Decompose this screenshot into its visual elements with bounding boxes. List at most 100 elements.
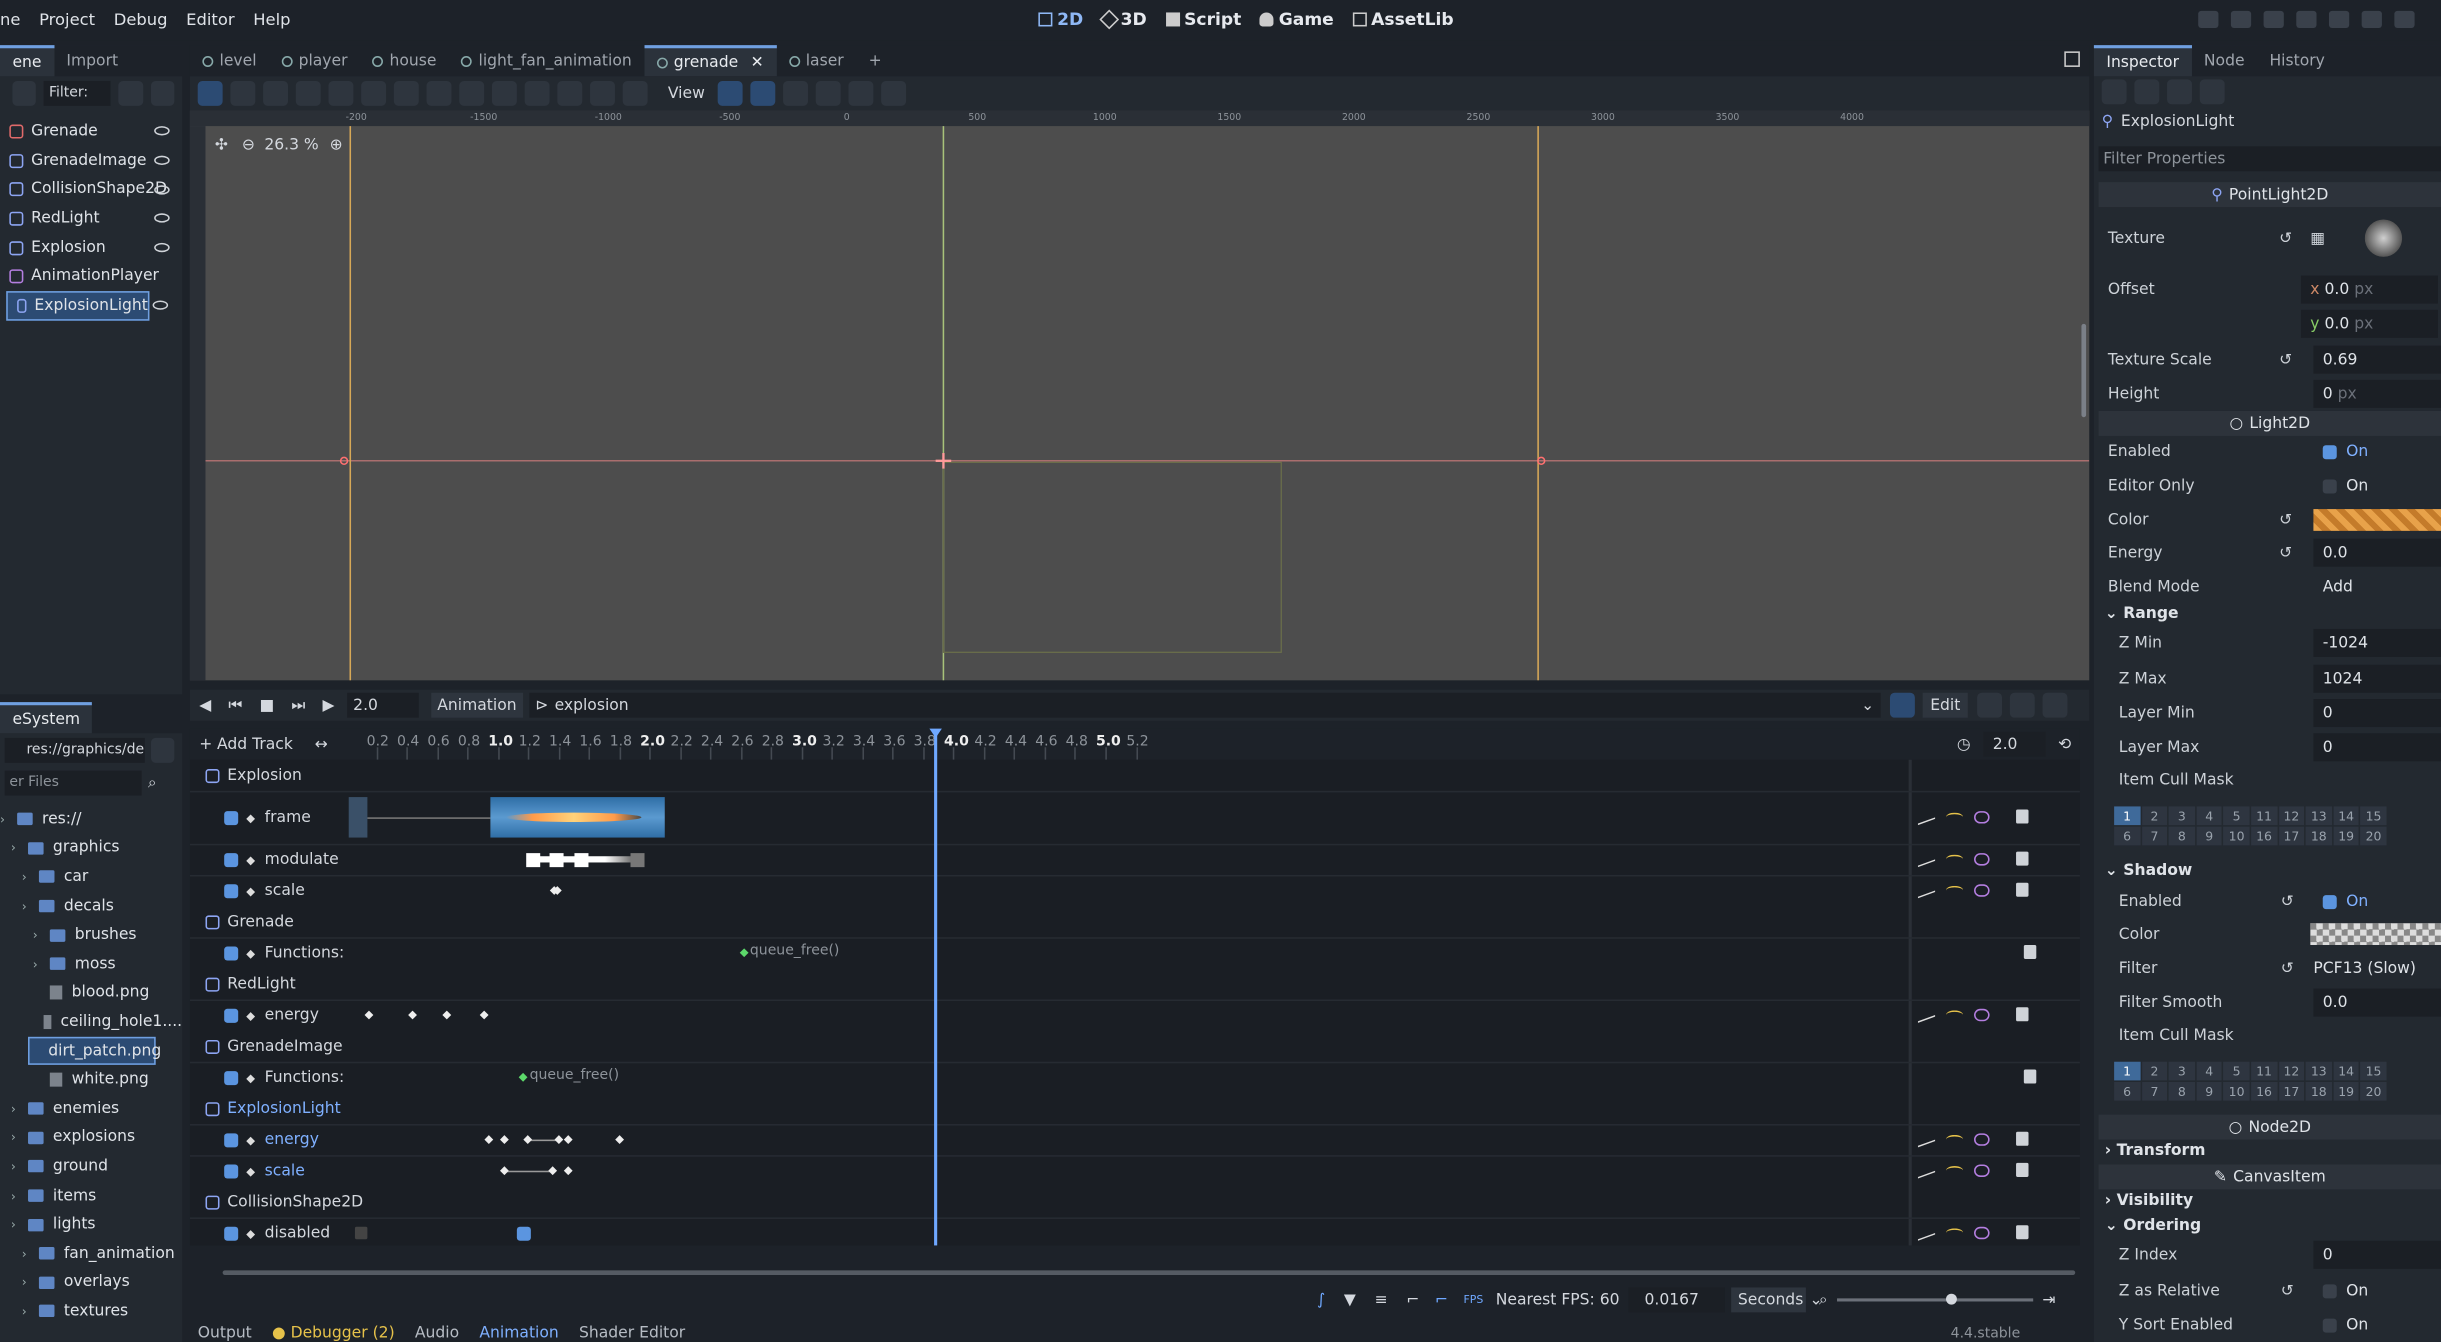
layer-bit[interactable]: 10 <box>2223 826 2250 846</box>
loop-wrap-icon[interactable] <box>1974 1008 1990 1021</box>
bool-key-off[interactable] <box>354 1226 368 1240</box>
file-tree-item[interactable]: dirt_patch.png <box>28 1036 161 1066</box>
filter-smooth-field[interactable]: 0.0 <box>2313 988 2441 1017</box>
layer-bit[interactable]: 11 <box>2251 806 2277 826</box>
tab-filesystem[interactable]: eSystem <box>0 702 93 734</box>
layer-bit[interactable]: 6 <box>2114 1081 2140 1101</box>
track-enable-checkbox[interactable] <box>224 811 239 826</box>
delete-track-icon[interactable] <box>2016 851 2029 866</box>
interpolation-icon[interactable] <box>1946 811 1964 821</box>
time-unit-select[interactable]: Seconds ⌄ <box>1731 1287 1823 1313</box>
layer-max-field[interactable]: 0 <box>2313 733 2441 762</box>
filter-properties-input[interactable]: Filter Properties <box>2098 146 2441 172</box>
visibility-eye-icon[interactable] <box>154 184 170 195</box>
file-tree-item[interactable]: › car <box>0 863 182 892</box>
animation-menu[interactable]: Animation <box>431 692 523 718</box>
snap-keys-icon[interactable]: ⌐ <box>1435 1291 1448 1308</box>
tab-audio[interactable]: Audio <box>415 1325 459 1342</box>
more-icon[interactable] <box>2010 692 2036 718</box>
remote-debug-icon[interactable] <box>2296 10 2317 29</box>
mode-assetlib[interactable]: AssetLib <box>1352 9 1454 30</box>
stop-icon[interactable]: ■ <box>260 697 275 714</box>
scene-node[interactable]: Explosion <box>0 233 182 262</box>
ruler-tool-icon[interactable] <box>426 80 452 106</box>
layer-bit[interactable]: 8 <box>2168 1081 2195 1101</box>
layer-bit[interactable]: 17 <box>2278 826 2305 846</box>
path-field[interactable]: res://graphics/de <box>4 737 145 763</box>
tab-light-fan-animation[interactable]: light_fan_animation <box>449 45 644 76</box>
smart-snap-icon[interactable] <box>459 80 485 106</box>
update-mode-icon[interactable] <box>1917 1005 1936 1023</box>
layer-bit[interactable]: 20 <box>2360 1081 2387 1101</box>
fps-icon[interactable]: FPS <box>1464 1294 1484 1306</box>
loop-wrap-icon[interactable] <box>1974 852 1990 865</box>
snap-icon[interactable]: ⌐ <box>1406 1291 1419 1308</box>
layer-bit[interactable]: 13 <box>2305 1061 2332 1081</box>
file-tree-item[interactable]: › lights <box>0 1210 182 1239</box>
layer-bit[interactable]: 8 <box>2168 826 2195 846</box>
file-tree-item[interactable]: blood.png <box>0 979 182 1008</box>
loop-wrap-icon[interactable] <box>1974 1132 1990 1146</box>
interpolation-icon[interactable] <box>1946 1165 1964 1174</box>
snap-mode[interactable]: Nearest FPS: 60 <box>1496 1291 1620 1308</box>
enabled-checkbox[interactable]: On <box>2313 437 2441 465</box>
timeline-scrollbar[interactable] <box>222 1270 2076 1276</box>
update-mode-icon[interactable] <box>1917 1161 1936 1179</box>
file-filter-input[interactable]: er Files <box>4 770 142 796</box>
texture-edit-icon[interactable]: ▦ <box>2310 230 2325 247</box>
layer-bit[interactable]: 16 <box>2251 1081 2277 1101</box>
prop-texture[interactable]: Texture ↺ ▦ <box>2108 219 2441 257</box>
track-group[interactable]: ExplosionLight <box>190 1093 2080 1124</box>
key-auto-icon[interactable] <box>848 80 873 106</box>
layer-bit[interactable]: 1 <box>2114 1061 2140 1081</box>
file-tree-item[interactable]: › overlays <box>0 1268 182 1297</box>
mode-game[interactable]: Game <box>1260 9 1334 30</box>
key-scale-icon[interactable] <box>782 80 808 106</box>
tab-laser[interactable]: laser <box>776 45 856 76</box>
tab-history[interactable]: History <box>2257 45 2337 76</box>
interpolation-icon[interactable] <box>1946 1227 1964 1237</box>
link-icon[interactable] <box>12 80 37 106</box>
revert-icon[interactable]: ↺ <box>2279 351 2292 368</box>
delete-track-icon[interactable] <box>2016 882 2029 897</box>
track-group[interactable]: Grenade <box>190 906 2080 937</box>
delete-track-icon[interactable] <box>2023 1069 2037 1084</box>
more-icon[interactable] <box>880 80 906 106</box>
track[interactable]: modulate <box>189 843 2080 875</box>
delete-track-icon[interactable] <box>2016 809 2029 824</box>
inspected-node[interactable]: ⚲ ExplosionLight <box>2102 114 2235 131</box>
tab-shader-editor[interactable]: Shader Editor <box>579 1325 685 1342</box>
layer-bit[interactable]: 4 <box>2196 806 2223 826</box>
layer-bit[interactable]: 15 <box>2360 1061 2387 1081</box>
y-sort-checkbox[interactable]: On <box>2313 1311 2441 1339</box>
snap-options-icon[interactable] <box>524 80 550 106</box>
loop-wrap-icon[interactable] <box>1974 810 1990 823</box>
track-group[interactable]: Explosion <box>190 760 2080 791</box>
pin-icon[interactable] <box>2042 692 2068 718</box>
file-tree-item[interactable]: › textures <box>0 1297 182 1326</box>
pause-icon[interactable] <box>2230 10 2252 29</box>
revert-icon[interactable]: ↺ <box>2281 1282 2294 1299</box>
interpolation-icon[interactable] <box>1946 853 1964 863</box>
layer-bit[interactable]: 9 <box>2196 1081 2223 1101</box>
track-enable-checkbox[interactable] <box>224 1008 239 1023</box>
fit-icon[interactable]: ⇥ <box>2042 1291 2055 1308</box>
layer-bit[interactable]: 17 <box>2278 1081 2305 1101</box>
tab-inspector[interactable]: Inspector <box>2093 45 2192 77</box>
update-mode-icon[interactable] <box>1917 1223 1936 1241</box>
group-transform[interactable]: › Transform <box>2105 1143 2206 1160</box>
layer-bit[interactable]: 16 <box>2251 826 2277 846</box>
viewport-scrollbar[interactable] <box>2081 323 2087 418</box>
more-icon[interactable] <box>2199 79 2225 105</box>
skeleton-icon[interactable] <box>622 80 648 106</box>
play-backwards-icon[interactable]: ◀ <box>199 697 211 714</box>
track-enable-checkbox[interactable] <box>224 853 239 868</box>
track-group[interactable]: CollisionShape2D <box>190 1186 2080 1217</box>
layer-bit[interactable]: 19 <box>2333 826 2360 846</box>
pan-tool-icon[interactable] <box>393 80 419 106</box>
menu-debug[interactable]: Debug <box>114 11 168 30</box>
open-icon[interactable] <box>2134 79 2160 105</box>
track-enable-checkbox[interactable] <box>224 884 239 899</box>
time-field[interactable]: 2.0 <box>346 692 419 718</box>
track-group[interactable]: GrenadeImage <box>190 1031 2080 1062</box>
